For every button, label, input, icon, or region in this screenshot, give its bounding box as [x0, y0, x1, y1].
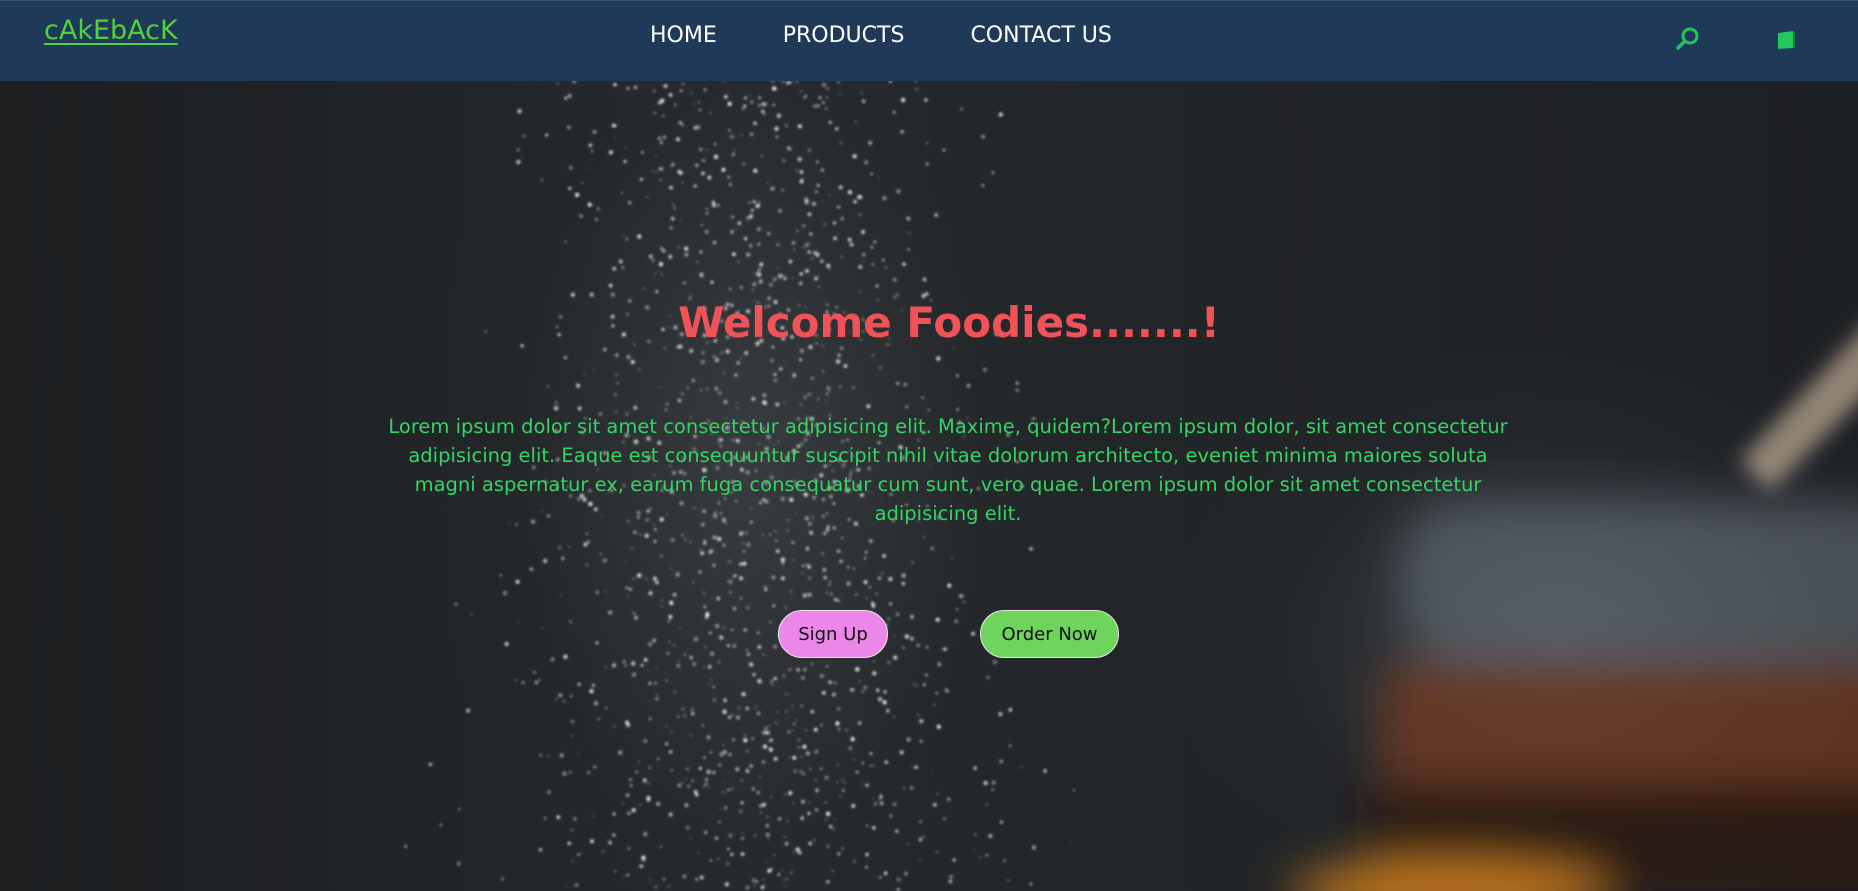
nav-link-home[interactable]: HOME [650, 23, 717, 48]
hero-description: Lorem ipsum dolor sit amet consectetur a… [388, 415, 1508, 525]
nav-link-contact-us[interactable]: CONTACT US [970, 23, 1111, 48]
cart-icon[interactable] [1774, 28, 1802, 56]
logo-link[interactable]: cAkEbAcK [44, 15, 178, 46]
hero-section: Welcome Foodies.......! Lorem ipsum dolo… [0, 81, 1858, 891]
sign-up-button[interactable]: Sign Up [778, 610, 888, 658]
order-now-button[interactable]: Order Now [980, 610, 1119, 658]
navbar: cAkEbAcK HOME PRODUCTS CONTACT US [0, 0, 1858, 81]
search-icon[interactable] [1674, 25, 1702, 53]
nav-links: HOME PRODUCTS CONTACT US [650, 23, 1112, 48]
nav-link-products[interactable]: PRODUCTS [783, 23, 905, 48]
hero-title: Welcome Foodies.......! [678, 298, 1220, 347]
blurred-jar [1290, 501, 1858, 891]
page: cAkEbAcK HOME PRODUCTS CONTACT US Welcom… [0, 0, 1858, 891]
